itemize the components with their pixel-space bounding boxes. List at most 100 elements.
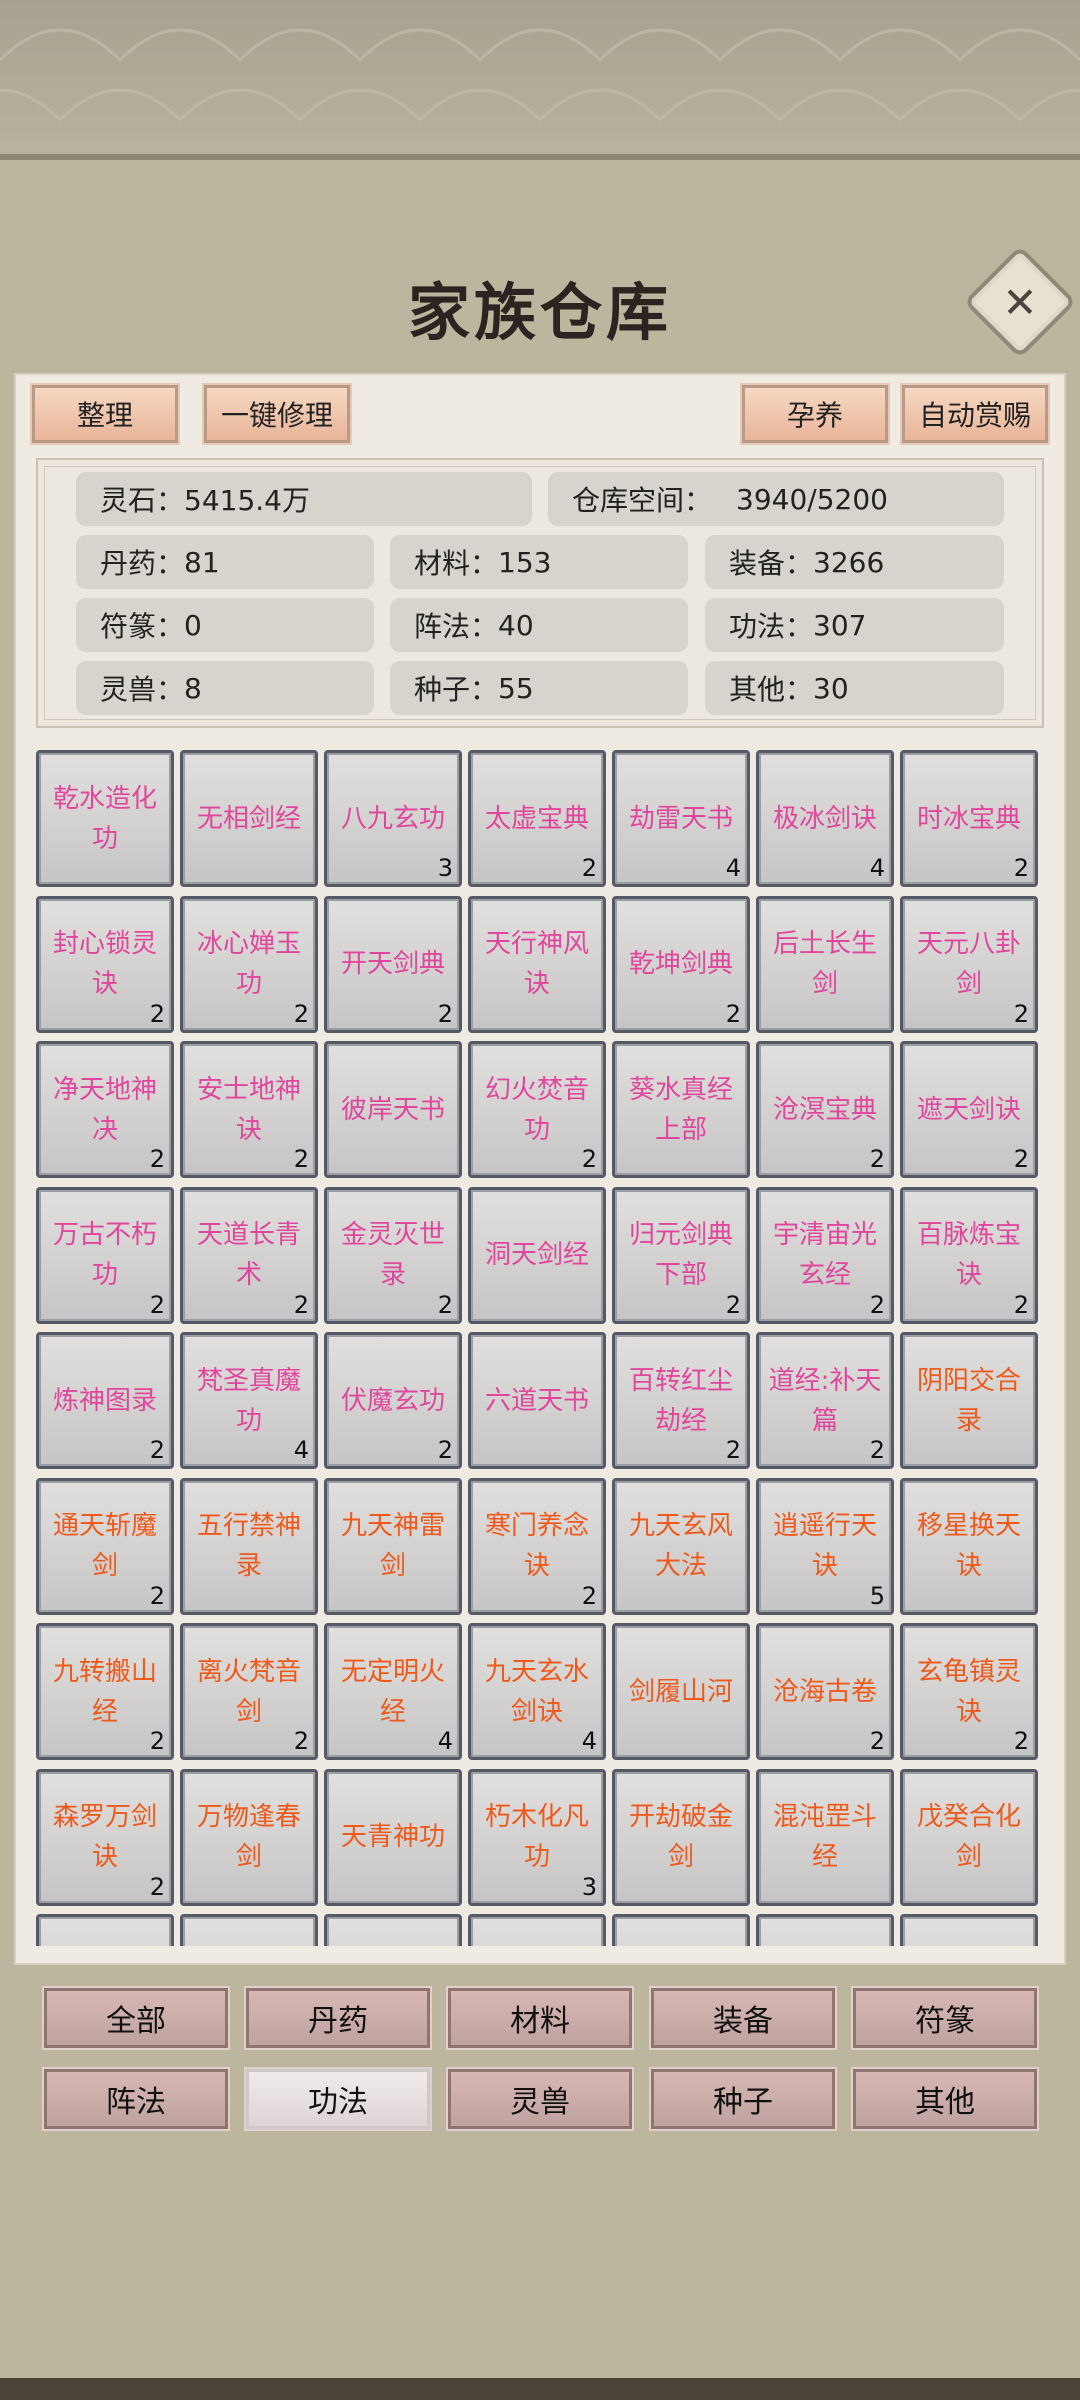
item-count: 2: [869, 1145, 885, 1173]
item-slot[interactable]: 宇清宙光玄经 2: [756, 1186, 894, 1324]
stat-formations: 阵法： 40: [390, 598, 688, 652]
item-name: 沧溟宝典: [772, 1094, 877, 1125]
item-slot[interactable]: 混沌罡斗经: [756, 1768, 894, 1906]
tab-5[interactable]: 阵法: [42, 2067, 230, 2131]
item-slot[interactable]: 万古不朽功 2: [36, 1186, 174, 1324]
item-name: 极冰剑诀: [772, 803, 877, 834]
item-slot[interactable]: 冰心婵玉功 2: [180, 895, 318, 1033]
stat-materials: 材料： 153: [390, 535, 688, 589]
item-count: 2: [437, 999, 453, 1028]
item-slot[interactable]: 彼岸天书: [324, 1041, 462, 1178]
tab-3[interactable]: 装备: [649, 1986, 837, 2050]
item-slot[interactable]: 无定明火经 4: [324, 1623, 462, 1760]
item-slot[interactable]: 道经:补天篇 2: [756, 1332, 894, 1469]
item-name: 封心锁灵诀: [52, 929, 157, 999]
item-name: 混沌罡斗经: [772, 1802, 877, 1872]
item-slot[interactable]: 百转红尘劫经 2: [612, 1332, 750, 1469]
item-slot[interactable]: 无相剑经: [180, 750, 318, 887]
item-slot[interactable]: 天道长青术 2: [180, 1186, 318, 1324]
auto-reward-button[interactable]: 自动赏赐: [900, 383, 1050, 445]
stat-label: 仓库空间：: [572, 484, 713, 517]
tab-2[interactable]: 材料: [446, 1986, 634, 2050]
tab-6[interactable]: 功法: [244, 2067, 432, 2131]
sort-button[interactable]: 整理: [30, 383, 180, 445]
item-slot[interactable]: 逍遥行天诀 5: [756, 1477, 894, 1615]
item-slot[interactable]: [324, 1914, 462, 1946]
item-slot[interactable]: 天元八卦剑 2: [900, 895, 1038, 1033]
stat-value: 5415.4万: [184, 484, 310, 517]
item-slot[interactable]: 极冰剑诀 4: [756, 750, 894, 887]
item-slot[interactable]: 朽木化凡功 3: [468, 1768, 606, 1906]
item-slot[interactable]: 沧海古卷 2: [756, 1623, 894, 1760]
item-count: 2: [1013, 1727, 1029, 1755]
item-slot[interactable]: 百脉炼宝诀 2: [900, 1186, 1038, 1324]
stat-value: 153: [498, 545, 552, 579]
item-name: 乾水造化功: [52, 783, 157, 854]
item-slot[interactable]: 开劫破金剑: [612, 1768, 750, 1906]
item-slot[interactable]: 洞天剑经: [468, 1186, 606, 1324]
item-slot[interactable]: 阴阳交合录: [900, 1332, 1038, 1469]
item-grid[interactable]: 乾水造化功 无相剑经 八九玄功 3 太虚宝典 2 劫雷天书 4 极冰剑诀 4 时冰宝典 2 封心锁灵诀 2…: [36, 750, 1044, 1946]
item-slot[interactable]: 梵圣真魔功 4: [180, 1332, 318, 1469]
item-slot[interactable]: 五行禁神录: [180, 1477, 318, 1615]
item-slot[interactable]: 戊癸合化剑: [900, 1768, 1038, 1906]
item-slot[interactable]: 天行神风诀: [468, 895, 606, 1033]
tab-8[interactable]: 种子: [649, 2067, 837, 2131]
nurture-button[interactable]: 孕养: [740, 383, 890, 445]
item-slot[interactable]: 玄龟镇灵诀 2: [900, 1623, 1038, 1760]
item-slot[interactable]: [900, 1914, 1038, 1946]
item-slot[interactable]: 八九玄功 3: [324, 750, 462, 887]
item-slot[interactable]: [36, 1914, 174, 1946]
tab-7[interactable]: 灵兽: [446, 2067, 634, 2131]
item-slot[interactable]: 炼神图录 2: [36, 1332, 174, 1469]
item-slot[interactable]: 劫雷天书 4: [612, 750, 750, 887]
item-name: 幻火焚音功: [484, 1074, 589, 1145]
item-slot[interactable]: 幻火焚音功 2: [468, 1041, 606, 1178]
tab-1[interactable]: 丹药: [244, 1986, 432, 2050]
item-slot[interactable]: 九天神雷剑: [324, 1477, 462, 1615]
item-slot[interactable]: 伏魔玄功 2: [324, 1332, 462, 1469]
item-slot[interactable]: 乾坤剑典 2: [612, 895, 750, 1033]
item-slot[interactable]: 九转搬山经 2: [36, 1623, 174, 1760]
item-slot[interactable]: 九天玄水剑诀 4: [468, 1623, 606, 1760]
item-slot[interactable]: 万物逢春剑: [180, 1768, 318, 1906]
stat-value: 3940/5200: [736, 482, 888, 516]
item-slot[interactable]: 太虚宝典 2: [468, 750, 606, 887]
item-slot[interactable]: 剑履山河: [612, 1623, 750, 1760]
item-slot[interactable]: 九天玄风大法: [612, 1477, 750, 1615]
item-name: 九转搬山经: [52, 1656, 157, 1727]
item-slot[interactable]: 天青神功: [324, 1768, 462, 1906]
item-slot[interactable]: 封心锁灵诀 2: [36, 895, 174, 1033]
item-slot[interactable]: 净天地神决 2: [36, 1041, 174, 1178]
item-name: 天元八卦剑: [916, 929, 1021, 999]
item-slot[interactable]: 森罗万剑诀 2: [36, 1768, 174, 1906]
item-slot[interactable]: [468, 1914, 606, 1946]
item-slot[interactable]: 归元剑典下部 2: [612, 1186, 750, 1324]
item-count: 2: [581, 1581, 597, 1610]
item-slot[interactable]: 寒门养念诀 2: [468, 1477, 606, 1615]
item-slot[interactable]: 葵水真经上部: [612, 1041, 750, 1178]
tab-0[interactable]: 全部: [42, 1986, 230, 2050]
item-slot[interactable]: 移星换天诀: [900, 1477, 1038, 1615]
item-slot[interactable]: 沧溟宝典 2: [756, 1041, 894, 1178]
item-name: 劫雷天书: [628, 803, 733, 834]
item-slot[interactable]: 六道天书: [468, 1332, 606, 1469]
item-slot[interactable]: 安士地神诀 2: [180, 1041, 318, 1178]
item-slot[interactable]: [756, 1914, 894, 1946]
item-slot[interactable]: 通天斩魔剑 2: [36, 1477, 174, 1615]
item-slot[interactable]: 后土长生剑: [756, 895, 894, 1033]
item-slot[interactable]: 金灵灭世录 2: [324, 1186, 462, 1324]
item-slot[interactable]: 开天剑典 2: [324, 895, 462, 1033]
item-name: 后土长生剑: [772, 929, 877, 999]
tab-9[interactable]: 其他: [851, 2067, 1039, 2131]
tab-4[interactable]: 符篆: [851, 1986, 1039, 2050]
stat-label: 丹药：: [100, 547, 185, 580]
repair-all-button[interactable]: 一键修理: [202, 383, 352, 445]
item-slot[interactable]: [612, 1914, 750, 1946]
item-slot[interactable]: 离火梵音剑 2: [180, 1623, 318, 1760]
item-slot[interactable]: 时冰宝典 2: [900, 750, 1038, 887]
item-slot[interactable]: [180, 1914, 318, 1946]
item-count: 2: [293, 1290, 309, 1319]
item-slot[interactable]: 遮天剑诀 2: [900, 1041, 1038, 1178]
item-slot[interactable]: 乾水造化功: [36, 750, 174, 887]
